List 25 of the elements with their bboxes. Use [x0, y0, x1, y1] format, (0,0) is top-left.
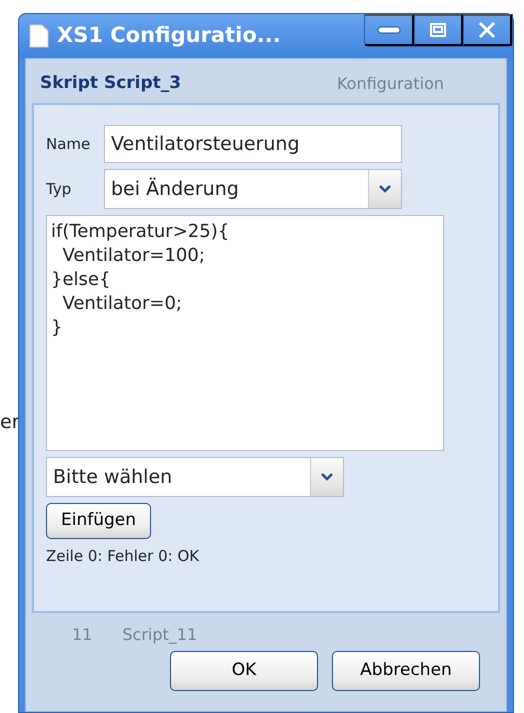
name-label: Name	[46, 134, 92, 155]
caret-icon	[321, 473, 333, 481]
row-name: Script_11	[122, 624, 198, 646]
tab-label: Konfiguration	[336, 73, 444, 95]
code-editor[interactable]: if(Temperatur>25){ Ventilator=100; }else{ Ventilator=0; }	[46, 215, 444, 451]
minimize-button[interactable]	[365, 14, 414, 46]
name-field[interactable]: Ventilatorsteuerung	[104, 125, 402, 163]
cut-off-text: er	[0, 411, 20, 433]
document-icon	[29, 24, 49, 48]
panel-title: Skript Script_3	[40, 72, 182, 96]
ok-button[interactable]: OK	[170, 651, 318, 691]
insert-button[interactable]: Einfügen	[46, 503, 152, 538]
caret-icon	[379, 185, 391, 193]
maximize-button[interactable]	[414, 14, 463, 46]
type-dropdown[interactable]: bei Änderung	[104, 169, 402, 209]
window-title: XS1 Configuratio...	[57, 22, 281, 50]
status-text: Zeile 0: Fehler 0: OK	[46, 546, 200, 566]
maximize-icon	[430, 23, 446, 37]
insert-dropdown[interactable]: Bitte wählen	[46, 457, 344, 497]
cancel-button[interactable]: Abbrechen	[332, 651, 480, 691]
minimize-icon	[376, 26, 400, 34]
row-number: 11	[72, 624, 92, 646]
close-icon	[477, 21, 497, 39]
type-label: Typ	[46, 178, 72, 200]
close-button[interactable]	[463, 14, 512, 46]
